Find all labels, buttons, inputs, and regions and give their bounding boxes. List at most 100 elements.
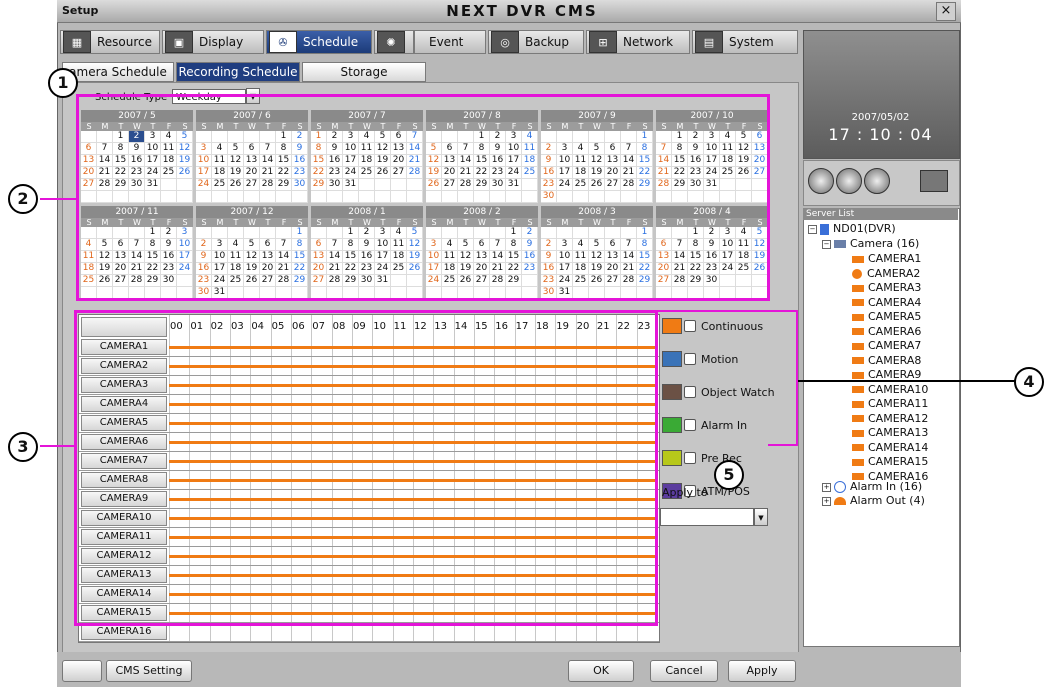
tab-alarm[interactable]: ✺ bbox=[374, 30, 414, 54]
tree-camera[interactable]: CAMERA5 bbox=[852, 310, 921, 323]
subtab-storage[interactable]: Storage bbox=[302, 62, 426, 82]
layout-icon[interactable] bbox=[920, 170, 948, 192]
window-title: NEXT DVR CMS bbox=[446, 2, 598, 20]
callout-5: 5 bbox=[714, 460, 744, 490]
legend-label: Alarm In bbox=[701, 418, 748, 432]
highlight-legend-bottom bbox=[768, 444, 798, 446]
tree-camera[interactable]: CAMERA7 bbox=[852, 339, 921, 352]
highlight-legend-top bbox=[658, 310, 798, 312]
apply-to-label: Apply to bbox=[662, 486, 708, 499]
apply-button[interactable]: Apply bbox=[728, 660, 796, 682]
disc-icon: ◎ bbox=[491, 31, 519, 53]
server-list-header: Server List bbox=[803, 208, 958, 220]
reel-icon: ✇ bbox=[269, 31, 297, 53]
legend-checkbox[interactable] bbox=[684, 419, 696, 431]
tree-camera[interactable]: CAMERA4 bbox=[852, 296, 921, 309]
monitor-icon: ▣ bbox=[165, 31, 193, 53]
search-icon[interactable] bbox=[836, 168, 862, 194]
callout-2: 2 bbox=[8, 184, 38, 214]
legend-swatch bbox=[662, 318, 682, 334]
tree-label: CAMERA11 bbox=[868, 397, 929, 410]
preview-date: 2007/05/02 bbox=[851, 112, 910, 123]
tree-label: CAMERA14 bbox=[868, 440, 929, 454]
network-icon: ⊞ bbox=[589, 31, 617, 53]
chevron-down-icon[interactable]: ▼ bbox=[754, 508, 768, 526]
tree-label: CAMERA10 bbox=[868, 382, 929, 396]
tree-camera[interactable]: CAMERA12 bbox=[852, 412, 928, 425]
keyboard-icon[interactable] bbox=[62, 660, 102, 682]
tree-camera-group[interactable]: − Camera (16) bbox=[822, 237, 919, 250]
tree-label: CAMERA13 bbox=[868, 426, 929, 439]
tab-label: Schedule bbox=[303, 35, 359, 49]
tree-label: ND01(DVR) bbox=[833, 222, 896, 235]
tree-label: CAMERA3 bbox=[868, 281, 922, 294]
tree-server[interactable]: − ND01(DVR) bbox=[808, 222, 896, 235]
tree-label: CAMERA12 bbox=[868, 411, 929, 425]
legend-label: Object Watch bbox=[701, 385, 775, 399]
tree-camera[interactable]: CAMERA6 bbox=[852, 325, 921, 338]
tree-camera[interactable]: CAMERA8 bbox=[852, 354, 921, 367]
tab-display[interactable]: ▣ Display bbox=[162, 30, 264, 54]
legend-item[interactable]: Continuous bbox=[662, 316, 763, 336]
ok-button[interactable]: OK bbox=[568, 660, 634, 682]
legend-label: Motion bbox=[701, 352, 739, 366]
tree-camera[interactable]: CAMERA1 bbox=[852, 252, 921, 265]
legend-swatch bbox=[662, 417, 682, 433]
tree-camera[interactable]: CAMERA11 bbox=[852, 397, 928, 410]
legend-item[interactable]: Alarm In bbox=[662, 415, 747, 435]
tab-resource[interactable]: ▦ Resource bbox=[60, 30, 160, 54]
tab-system[interactable]: ▤ System bbox=[692, 30, 798, 54]
bottom-bar bbox=[57, 652, 961, 687]
legend-item[interactable]: Object Watch bbox=[662, 382, 775, 402]
tree-camera[interactable]: CAMERA3 bbox=[852, 281, 921, 294]
tree-camera[interactable]: CAMERA15 bbox=[852, 455, 928, 468]
tree-alarm-in[interactable]: + Alarm In (16) bbox=[822, 480, 922, 493]
tree-camera[interactable]: CAMERA13 bbox=[852, 426, 928, 439]
tab-backup[interactable]: ◎ Backup bbox=[488, 30, 584, 54]
callout-line-4 bbox=[798, 380, 1018, 382]
callout-line-2 bbox=[40, 198, 76, 200]
legend-item[interactable]: Motion bbox=[662, 349, 738, 369]
tree-label: CAMERA2 bbox=[867, 266, 921, 280]
cms-setting-button[interactable]: CMS Setting bbox=[106, 660, 192, 682]
cancel-button[interactable]: Cancel bbox=[650, 660, 718, 682]
tab-label: Resource bbox=[97, 35, 153, 49]
legend-checkbox[interactable] bbox=[684, 452, 696, 464]
tree-label: CAMERA5 bbox=[868, 310, 922, 323]
alarm-light-icon: ✺ bbox=[377, 31, 405, 53]
tree-label: Camera (16) bbox=[850, 237, 920, 250]
system-icon: ▤ bbox=[695, 31, 723, 53]
callout-1: 1 bbox=[48, 68, 78, 98]
tree-alarm-out[interactable]: + Alarm Out (4) bbox=[822, 494, 925, 507]
tab-event[interactable]: Event bbox=[414, 30, 486, 54]
tree-label: CAMERA8 bbox=[868, 353, 922, 367]
callout-line-3 bbox=[40, 445, 76, 447]
legend-checkbox[interactable] bbox=[684, 320, 696, 332]
highlight-schedule bbox=[74, 310, 658, 626]
close-button[interactable]: × bbox=[936, 2, 956, 21]
monitor-icon[interactable] bbox=[808, 168, 834, 194]
subtab-recording-schedule[interactable]: Recording Schedule bbox=[176, 62, 300, 82]
tree-camera[interactable]: CAMERA14 bbox=[852, 441, 928, 454]
legend-swatch bbox=[662, 384, 682, 400]
tree-label: CAMERA7 bbox=[868, 339, 922, 352]
tree-label: Alarm In (16) bbox=[850, 480, 923, 493]
highlight-calendar bbox=[76, 94, 770, 301]
legend-checkbox[interactable] bbox=[684, 386, 696, 398]
tab-schedule[interactable]: ✇ Schedule bbox=[266, 30, 372, 54]
legend-checkbox[interactable] bbox=[684, 353, 696, 365]
tree-camera[interactable]: CAMERA2 bbox=[852, 267, 920, 280]
highlight-legend-right bbox=[796, 310, 798, 446]
tab-label: Event bbox=[429, 35, 464, 49]
tree-camera[interactable]: CAMERA10 bbox=[852, 383, 928, 396]
tab-label: Backup bbox=[525, 35, 569, 49]
settings-icon[interactable] bbox=[864, 168, 890, 194]
tree-label: Alarm Out (4) bbox=[850, 494, 925, 507]
camera-row-label[interactable]: CAMERA16 bbox=[81, 624, 167, 640]
legend-swatch bbox=[662, 351, 682, 367]
subtab-camera-schedule[interactable]: amera Schedule bbox=[62, 62, 174, 82]
tab-label: System bbox=[729, 35, 774, 49]
tab-network[interactable]: ⊞ Network bbox=[586, 30, 690, 54]
tab-label: Network bbox=[623, 35, 674, 49]
apply-to-select[interactable] bbox=[660, 508, 754, 526]
